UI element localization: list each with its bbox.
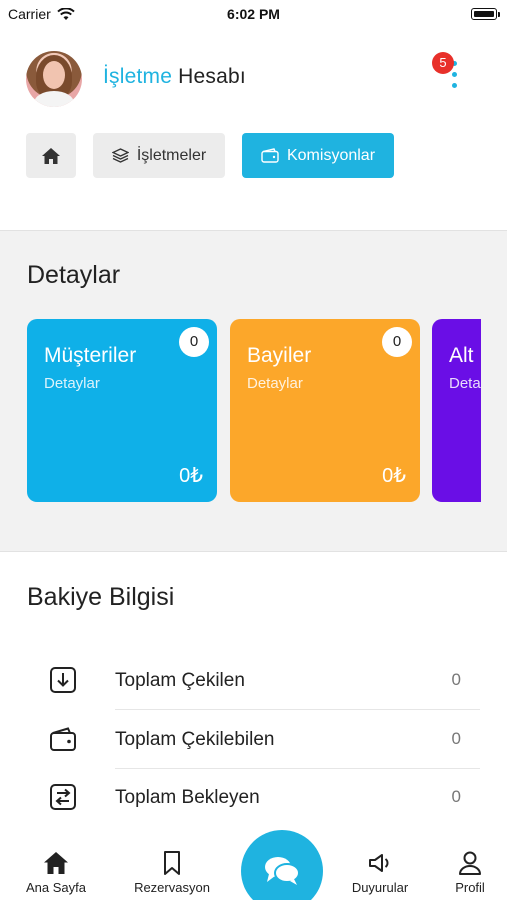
balance-value: 0 <box>451 729 461 748</box>
card-title: Bayiler <box>247 344 312 367</box>
balance-label: Toplam Çekilebilen <box>115 729 275 750</box>
details-carousel[interactable]: Müşteriler Detaylar 0 0₺ Bayiler Detayla… <box>0 319 481 503</box>
chat-icon <box>265 857 300 885</box>
details-section: Detaylar Müşteriler Detaylar 0 0₺ Bayile… <box>0 230 507 552</box>
nav-label: Ana Sayfa <box>26 880 86 895</box>
balance-row-cekilebilen[interactable]: Toplam Çekilebilen 0 <box>0 711 507 769</box>
balance-value: 0 <box>451 670 461 689</box>
megaphone-icon <box>369 854 389 872</box>
home-button[interactable] <box>26 133 76 178</box>
battery-icon <box>471 8 500 20</box>
card-subtitle: Detaylar <box>44 375 100 392</box>
nav-item-ana-sayfa[interactable]: Ana Sayfa <box>6 840 106 900</box>
layers-icon <box>111 148 129 163</box>
status-bar: Carrier 6:02 PM <box>0 0 507 30</box>
nav-item-profil[interactable]: Profil <box>420 840 507 900</box>
isletmeler-button[interactable]: İşletmeler <box>93 133 225 178</box>
title-accent: İşletme <box>103 65 173 88</box>
nav-item-rezervasyon[interactable]: Rezervasyon <box>122 840 222 900</box>
balance-label: Toplam Bekleyen <box>115 787 260 808</box>
balance-title: Bakiye Bilgisi <box>27 583 175 611</box>
details-title: Detaylar <box>27 261 121 289</box>
balance-row-cekilen[interactable]: Toplam Çekilen 0 <box>0 652 507 710</box>
balance-row-bekleyen[interactable]: Toplam Bekleyen 0 <box>0 769 507 827</box>
card-musteriler[interactable]: Müşteriler Detaylar 0 0₺ <box>27 319 217 502</box>
card-count-badge: 0 <box>382 327 412 357</box>
card-title: Müşteriler <box>44 344 137 367</box>
card-subtitle: Deta <box>449 375 481 392</box>
card-amount: 0₺ <box>179 465 203 487</box>
avatar[interactable] <box>26 51 82 107</box>
card-bayiler[interactable]: Bayiler Detaylar 0 0₺ <box>230 319 420 502</box>
transfer-icon <box>50 784 76 810</box>
download-icon <box>50 667 76 693</box>
avatar-face <box>43 61 65 89</box>
home-icon <box>44 852 68 874</box>
title-rest: Hesabı <box>178 65 246 88</box>
bookmark-icon <box>164 851 180 875</box>
balance-label: Toplam Çekilen <box>115 670 245 691</box>
nav-item-duyurular[interactable]: Duyurular <box>330 840 430 900</box>
status-time: 6:02 PM <box>227 6 280 22</box>
wallet-icon <box>50 727 76 751</box>
nav-label: Rezervasyon <box>134 880 210 895</box>
user-icon <box>459 851 481 875</box>
card-amount: 0₺ <box>382 465 406 487</box>
page-title: İşletme Hesabı <box>103 65 246 89</box>
isletmeler-label: İşletmeler <box>136 146 207 164</box>
home-icon <box>42 147 60 164</box>
card-alt[interactable]: Alt Deta <box>432 319 481 502</box>
nav-label: Profil <box>455 880 485 895</box>
nav-label: Duyurular <box>351 880 409 895</box>
card-title: Alt <box>449 344 474 367</box>
komisyonlar-button[interactable]: Komisyonlar <box>242 133 394 178</box>
notification-badge[interactable]: 5 <box>432 52 454 74</box>
card-count-badge: 0 <box>179 327 209 357</box>
card-subtitle: Detaylar <box>247 375 303 392</box>
wallet-icon <box>261 148 279 163</box>
divider <box>115 709 480 710</box>
balance-value: 0 <box>451 787 461 806</box>
komisyonlar-label: Komisyonlar <box>286 146 376 164</box>
